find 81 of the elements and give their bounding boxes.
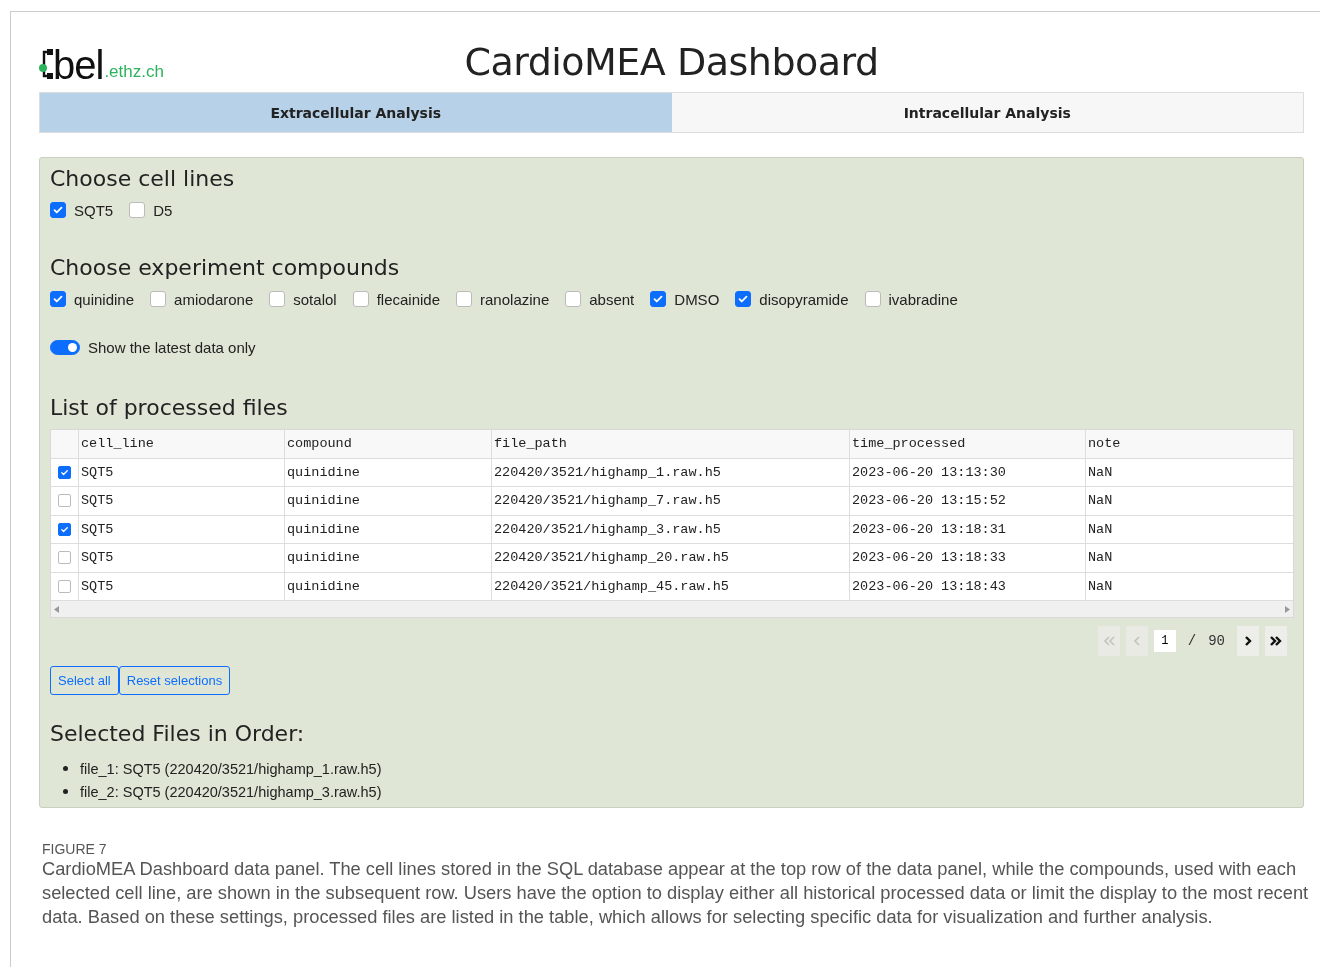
checkbox[interactable] (735, 291, 752, 307)
section-heading: Selected Files in Order: (50, 720, 306, 748)
table-cell: 2023-06-20 13:13:30 (850, 458, 1086, 487)
column-header[interactable]: note (1086, 430, 1293, 459)
checkbox[interactable] (150, 291, 167, 307)
action-button[interactable]: Reset selections (118, 666, 231, 695)
toggle-switch[interactable] (50, 339, 80, 355)
scroll-right-icon[interactable] (1285, 605, 1290, 613)
section-heading: Choose cell lines (50, 165, 236, 193)
bullet-icon (63, 766, 68, 771)
figure-label: FIGURE 7 (42, 841, 108, 857)
table-cell: 2023-06-20 13:18:31 (850, 515, 1086, 544)
tab[interactable]: Intracellular Analysis (671, 93, 1303, 132)
table-cell: quinidine (285, 515, 492, 544)
checkbox[interactable] (352, 291, 369, 307)
checkbox-label: ivabradine (888, 290, 958, 308)
column-header[interactable]: file_path (492, 430, 850, 459)
table-cell: quinidine (285, 544, 492, 573)
checkbox[interactable] (565, 291, 582, 307)
checkbox[interactable] (58, 465, 71, 479)
checkbox[interactable] (58, 579, 71, 593)
table-cell: quinidine (285, 487, 492, 516)
checkbox[interactable] (269, 291, 286, 307)
table-cell: 220420/3521/highamp_1.raw.h5 (492, 458, 850, 487)
checkbox-label: flecainide (376, 290, 441, 308)
double-left-chevron-icon (1101, 634, 1116, 648)
table-cell: 220420/3521/highamp_3.raw.h5 (492, 515, 850, 544)
figure-caption: CardioMEA Dashboard data panel. The cell lines stored in the SQL database appear at the top row of the data panel, while the compounds, used with each selected cell line, are shown in the subsequent row. Users have the option to display either all historical processed data or limit the display to the most recent data. Based on these settings, processed files are listed in the table, which allows for selecting specific data for visualization and further analysis. (42, 857, 1310, 929)
table-cell: 220420/3521/highamp_20.raw.h5 (492, 544, 850, 573)
page-separator: / (1187, 633, 1197, 649)
table-cell: 2023-06-20 13:15:52 (850, 487, 1086, 516)
checkbox-label: ranolazine (480, 290, 550, 308)
checkbox[interactable] (456, 291, 473, 307)
table-cell: 220420/3521/highamp_7.raw.h5 (492, 487, 850, 516)
checkbox[interactable] (650, 291, 667, 307)
list-item: file_1: SQT5 (220420/3521/highamp_1.raw.h5) (80, 760, 382, 777)
pagination-button[interactable] (1237, 626, 1259, 656)
pagination-button[interactable] (1265, 626, 1287, 656)
table-cell: SQT5 (79, 487, 285, 516)
checkbox[interactable] (58, 551, 71, 565)
checkbox[interactable] (58, 494, 71, 508)
table-cell: NaN (1086, 544, 1293, 573)
list-item: file_2: SQT5 (220420/3521/highamp_3.raw.h5) (80, 783, 382, 800)
logo-domain: .ethz.ch (104, 62, 164, 82)
checkbox[interactable] (50, 291, 66, 307)
double-right-chevron-icon (1269, 634, 1283, 648)
checkbox-label: disopyramide (759, 290, 849, 308)
checkbox-label: absent (589, 290, 635, 308)
table-cell: NaN (1086, 515, 1293, 544)
dashboard-title: CardioMEA Dashboard (464, 40, 879, 84)
checkbox-label: quinidine (74, 290, 135, 308)
section-heading: Choose experiment compounds (50, 254, 401, 282)
column-header[interactable]: cell_line (79, 430, 285, 459)
logo-text: bel (53, 48, 104, 82)
section-heading: List of processed files (50, 394, 289, 422)
table-cell: NaN (1086, 487, 1293, 516)
page-input[interactable]: 1 (1153, 630, 1176, 652)
checkbox[interactable] (864, 291, 881, 307)
logo-bracket-icon (39, 48, 53, 82)
table-cell: 2023-06-20 13:18:33 (850, 544, 1086, 573)
checkbox-label: amiodarone (174, 290, 254, 308)
scroll-left-icon[interactable] (54, 605, 59, 613)
table-cell: SQT5 (79, 544, 285, 573)
checkbox[interactable] (50, 202, 66, 218)
table-cell: NaN (1086, 458, 1293, 487)
checkbox[interactable] (58, 522, 71, 536)
page-total: 90 (1208, 633, 1225, 649)
table-cell: quinidine (285, 458, 492, 487)
tab[interactable]: Extracellular Analysis (40, 93, 672, 132)
checkbox-label: DMSO (674, 290, 720, 308)
column-header[interactable]: time_processed (850, 430, 1086, 459)
table-cell: SQT5 (79, 515, 285, 544)
checkbox-label: SQT5 (74, 201, 114, 219)
column-header[interactable]: compound (285, 430, 492, 459)
checkbox-label: sotalol (293, 290, 337, 308)
checkbox[interactable] (129, 202, 146, 218)
toggle-label: Show the latest data only (88, 338, 256, 356)
action-button[interactable]: Select all (50, 666, 119, 695)
checkbox-label: D5 (153, 201, 173, 219)
bullet-icon (63, 789, 68, 794)
table-cell: SQT5 (79, 458, 285, 487)
